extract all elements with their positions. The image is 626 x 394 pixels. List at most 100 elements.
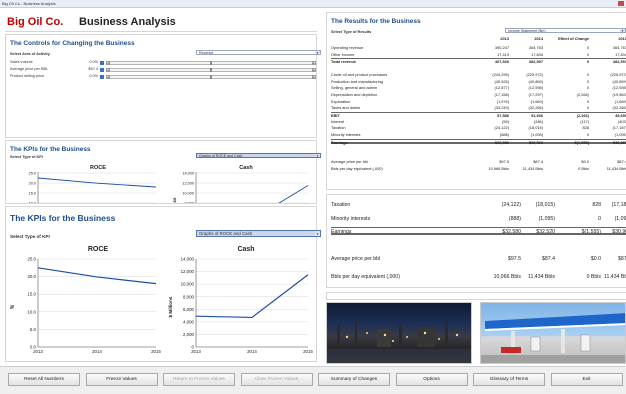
y-tick-label: 10,000 bbox=[181, 282, 195, 287]
results-cell: 17,419 bbox=[497, 51, 509, 57]
results-row: Depreciation and depletion (17,158) (17,29… bbox=[331, 92, 626, 97]
summary-button[interactable]: Summary of Changes bbox=[318, 373, 390, 386]
button-bar: Reset All Numbers Freeze Values Return to … bbox=[0, 366, 626, 394]
slider-left-arrow-icon[interactable]: ◂ bbox=[106, 60, 110, 65]
freeze-values-button[interactable]: Freeze Values bbox=[85, 373, 158, 386]
results-cell: 0 bbox=[586, 85, 589, 91]
control-slider[interactable]: ◂ ▸ bbox=[106, 67, 316, 72]
results-row: Bbls per day equivalent (,000) 10,966 Bbl… bbox=[331, 166, 626, 171]
control-label: Average price per BBL bbox=[10, 67, 49, 71]
results-cell: (59) bbox=[502, 118, 509, 124]
results-row: Total revenue 407,666 382,597 0 382,597 bbox=[331, 58, 626, 65]
results-cell: (40,859) bbox=[612, 78, 626, 84]
results-row: Interest (59) (286) (117) (403) bbox=[331, 119, 626, 124]
results-cell: 0 bbox=[586, 45, 589, 50]
kpi-small-title: The KPIs for the Business bbox=[10, 146, 91, 153]
results-cell: $32,520 bbox=[528, 139, 543, 145]
results-cell: 57,586 bbox=[497, 113, 509, 118]
chevron-down-icon: ▼ bbox=[315, 231, 320, 236]
controls-panel: The Controls for Changing the Business S… bbox=[5, 34, 321, 138]
results-select-label: Select Type of Results bbox=[331, 30, 372, 34]
results-row-label: Other income bbox=[331, 51, 355, 57]
y-tick-label: 12,000 bbox=[182, 181, 194, 185]
chevron-down-icon: ▼ bbox=[315, 51, 320, 55]
clear-frozen-button[interactable]: Clear Frozen Values bbox=[240, 373, 313, 386]
series-line bbox=[37, 267, 157, 285]
return-frozen-button[interactable]: Return to Frozen Values bbox=[163, 373, 235, 386]
controls-title: The Controls for Changing the Business bbox=[10, 40, 135, 47]
kpi-small-select[interactable]: Graphs of ROCE and Cash ▼ bbox=[196, 153, 321, 158]
results-cell: (40,859) bbox=[528, 78, 544, 84]
slider-right-arrow-icon[interactable]: ▸ bbox=[312, 60, 316, 65]
slider-right-arrow-icon[interactable]: ▸ bbox=[312, 67, 316, 72]
results-select-value: Income Statement ($m) bbox=[508, 29, 546, 33]
results-row-label: Depreciation and depletion bbox=[331, 91, 378, 97]
options-button[interactable]: Options bbox=[395, 373, 468, 386]
results-cell: (32,266) bbox=[528, 105, 544, 111]
y-tick-label: 10.0 bbox=[27, 309, 36, 314]
zoom-cell: $87.4 bbox=[618, 256, 626, 262]
results-cell: 407,666 bbox=[494, 59, 509, 65]
results-row: EBIT 57,586 51,936 (2,266) 49,650 bbox=[331, 112, 626, 118]
spinner-icon[interactable] bbox=[100, 74, 104, 79]
slider-right-arrow-icon[interactable]: ▸ bbox=[312, 74, 316, 79]
results-zoom-table: Taxation (24,122) (18,015) 828 (17,187) Minor… bbox=[331, 199, 626, 285]
results-cell: (117) bbox=[580, 118, 589, 124]
control-slider[interactable]: ◂ ▸ bbox=[106, 60, 316, 65]
zoom-cell: 10,966 Bbls bbox=[493, 274, 521, 280]
cash-y-axis-title: $ Millions bbox=[168, 296, 173, 317]
results-cell: 382,597 bbox=[612, 59, 626, 65]
results-cell: $97.5 bbox=[499, 158, 509, 164]
reset-all-button[interactable]: Reset All Numbers bbox=[8, 373, 80, 386]
results-row: Minority interests (888) (1,095) 0 (1,095) bbox=[331, 132, 626, 137]
results-row: Exploration (1,976) (1,669) 0 (1,669) bbox=[331, 99, 626, 104]
control-value: 0.0% bbox=[89, 60, 98, 64]
kpi-small-charts: ROCECash$M25.020.015.010.05.00.014,00012… bbox=[29, 165, 309, 203]
results-cell: $(1,555) bbox=[574, 139, 590, 145]
spinner-icon[interactable] bbox=[100, 67, 104, 72]
kpi-big-select[interactable]: Graphs of ROCE and Cash ▼ bbox=[196, 230, 321, 237]
results-row-label: Crude oil and product purchases bbox=[331, 71, 388, 77]
results-row-label: Selling, general and admin bbox=[331, 85, 378, 91]
results-cell: 11,434 Bbls bbox=[606, 165, 626, 171]
results-header-row: 2013 2014 Effect of Change 2015 bbox=[331, 36, 626, 41]
results-cell: $32,580 bbox=[494, 139, 509, 145]
results-row-label: Operating revenue bbox=[331, 45, 364, 50]
results-select[interactable]: Income Statement ($m) ▼ bbox=[505, 28, 626, 33]
kpi-small-panel: The KPIs for the Business Select Type of… bbox=[5, 140, 321, 204]
gas-station-illustration bbox=[481, 313, 625, 363]
slider-thumb[interactable] bbox=[210, 60, 212, 65]
area-select-value: Revenue bbox=[199, 51, 214, 55]
slider-left-arrow-icon[interactable]: ◂ bbox=[106, 67, 110, 72]
zoom-cell: $32,580 bbox=[502, 229, 521, 235]
exit-button[interactable]: Exit bbox=[550, 373, 623, 386]
spinner-icon[interactable] bbox=[100, 60, 104, 65]
results-cell: (2,266) bbox=[576, 113, 589, 118]
results-cell: 10,966 Bbls bbox=[488, 165, 509, 171]
cash-chart-title: Cash bbox=[237, 246, 254, 253]
results-cell: 0 bbox=[586, 71, 589, 77]
results-cell: 0 bbox=[586, 59, 589, 65]
results-cell: 0 bbox=[586, 51, 589, 57]
results-row bbox=[331, 146, 626, 151]
results-cell: (17,297) bbox=[528, 91, 544, 97]
control-slider[interactable]: ◂ ▸ bbox=[106, 74, 316, 79]
close-window-button[interactable] bbox=[618, 1, 624, 6]
zoom-row: Bbls per day equivalent (,000) 10,966 Bbl… bbox=[331, 273, 626, 281]
results-row bbox=[331, 65, 626, 70]
glossary-button[interactable]: Glossary of Terms bbox=[473, 373, 545, 386]
slider-thumb[interactable] bbox=[210, 74, 212, 79]
area-select[interactable]: Revenue ▼ bbox=[196, 50, 321, 55]
zoom-cell: $(1,555) bbox=[581, 229, 601, 235]
y-tick-label: 5.0 bbox=[30, 327, 37, 332]
results-cell: (18,015) bbox=[528, 125, 544, 131]
kpi-big-select-label: Select Type of KPI bbox=[10, 234, 50, 239]
slider-thumb[interactable] bbox=[210, 67, 212, 72]
roce-y-axis-title: % bbox=[10, 304, 16, 309]
results-row: Crude oil and product purchases (244,295)… bbox=[331, 72, 626, 77]
results-cell: 11,434 Bbls bbox=[522, 165, 543, 171]
zoom-cell: (17,187) bbox=[611, 202, 626, 208]
results-row: Taxation (24,122) (18,015) 828 (17,187) bbox=[331, 125, 626, 130]
zoom-cell: (24,122) bbox=[501, 202, 521, 208]
slider-left-arrow-icon[interactable]: ◂ bbox=[106, 74, 110, 79]
